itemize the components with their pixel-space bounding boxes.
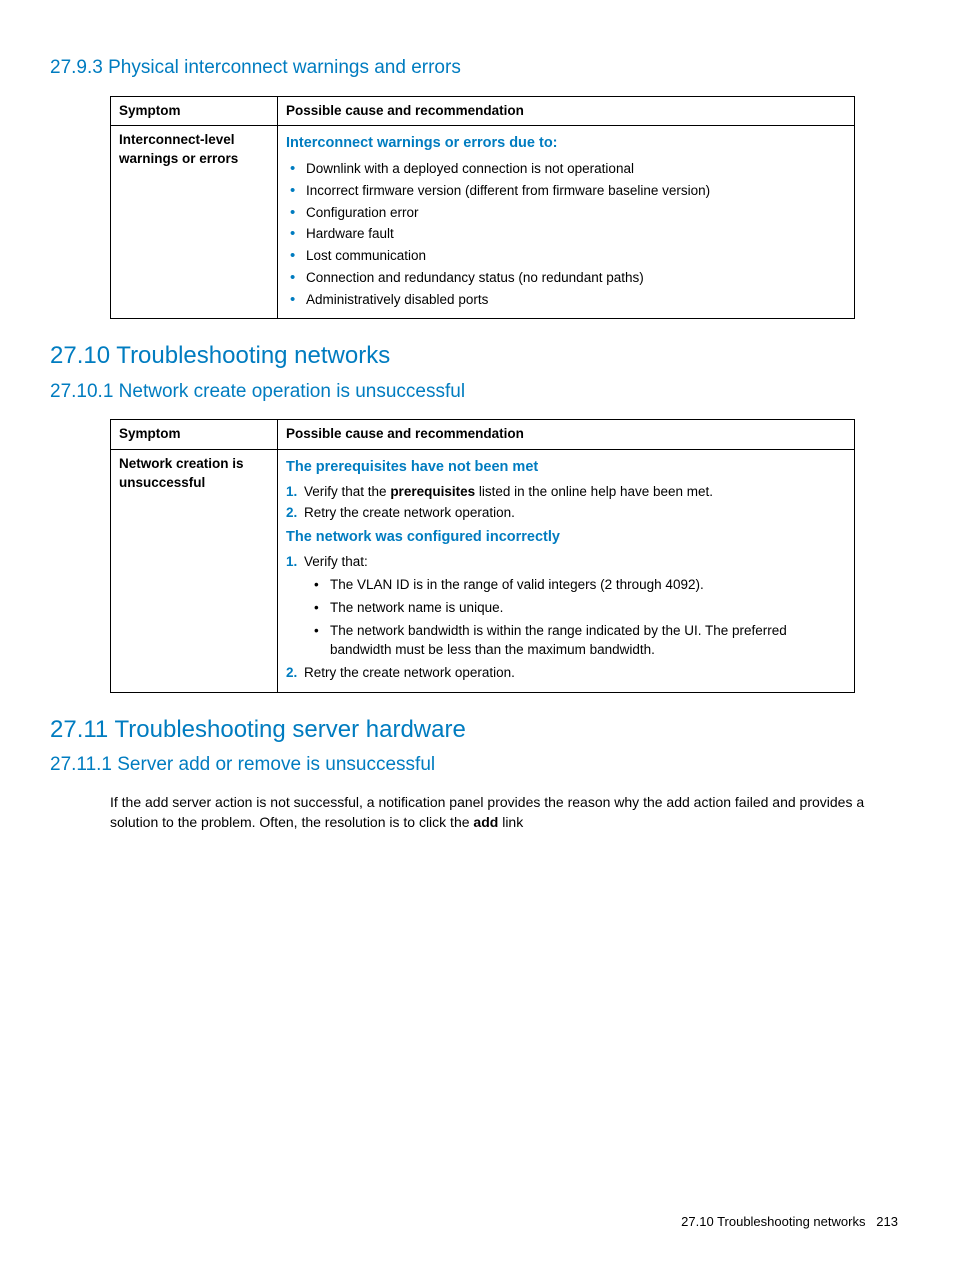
cause-title: Interconnect warnings or errors due to: [286,133,846,153]
bullet-item: Incorrect firmware version (different fr… [290,182,846,201]
table-interconnect-warnings: Symptom Possible cause and recommendatio… [110,96,855,319]
text: link [498,814,523,830]
sub-bullet-item: The VLAN ID is in the range of valid int… [314,576,846,595]
table-network-create: Symptom Possible cause and recommendatio… [110,419,855,693]
text: Verify that: [304,554,368,569]
bullet-item: Downlink with a deployed connection is n… [290,160,846,179]
heading-27-10: 27.10 Troubleshooting networks [50,339,904,373]
td-cause: Interconnect warnings or errors due to: … [278,126,855,319]
page-footer: 27.10 Troubleshooting networks 213 [681,1213,898,1231]
heading-27-9-3: 27.9.3 Physical interconnect warnings an… [50,55,904,82]
heading-27-10-1: 27.10.1 Network create operation is unsu… [50,379,904,406]
th-symptom: Symptom [111,420,278,450]
cause-title-2: The network was configured incorrectly [286,527,846,547]
step-item: Verify that: The VLAN ID is in the range… [286,553,846,659]
cause-title-1: The prerequisites have not been met [286,457,846,477]
text: listed in the online help have been met. [475,484,713,499]
td-symptom: Interconnect-level warnings or errors [111,126,278,319]
paragraph: If the add server action is not successf… [110,793,904,832]
footer-section: 27.10 Troubleshooting networks [681,1214,865,1229]
text-bold: add [473,814,498,830]
heading-27-11: 27.11 Troubleshooting server hardware [50,713,904,747]
step-item: Verify that the prerequisites listed in … [286,483,846,502]
sub-bullet-item: The network bandwidth is within the rang… [314,622,846,660]
bullet-item: Hardware fault [290,225,846,244]
td-cause: The prerequisites have not been met Veri… [278,450,855,693]
text-bold: prerequisites [390,484,475,499]
bullet-item: Administratively disabled ports [290,291,846,310]
heading-27-11-1: 27.11.1 Server add or remove is unsucces… [50,752,904,779]
bullet-item: Lost communication [290,247,846,266]
text: Verify that the [304,484,390,499]
step-item: Retry the create network operation. [286,504,846,523]
footer-page-number: 213 [876,1214,898,1229]
th-cause: Possible cause and recommendation [278,96,855,126]
sub-bullet-item: The network name is unique. [314,599,846,618]
bullet-item: Configuration error [290,204,846,223]
td-symptom: Network creation is unsuccessful [111,450,278,693]
th-symptom: Symptom [111,96,278,126]
bullet-item: Connection and redundancy status (no red… [290,269,846,288]
step-item: Retry the create network operation. [286,664,846,683]
th-cause: Possible cause and recommendation [278,420,855,450]
